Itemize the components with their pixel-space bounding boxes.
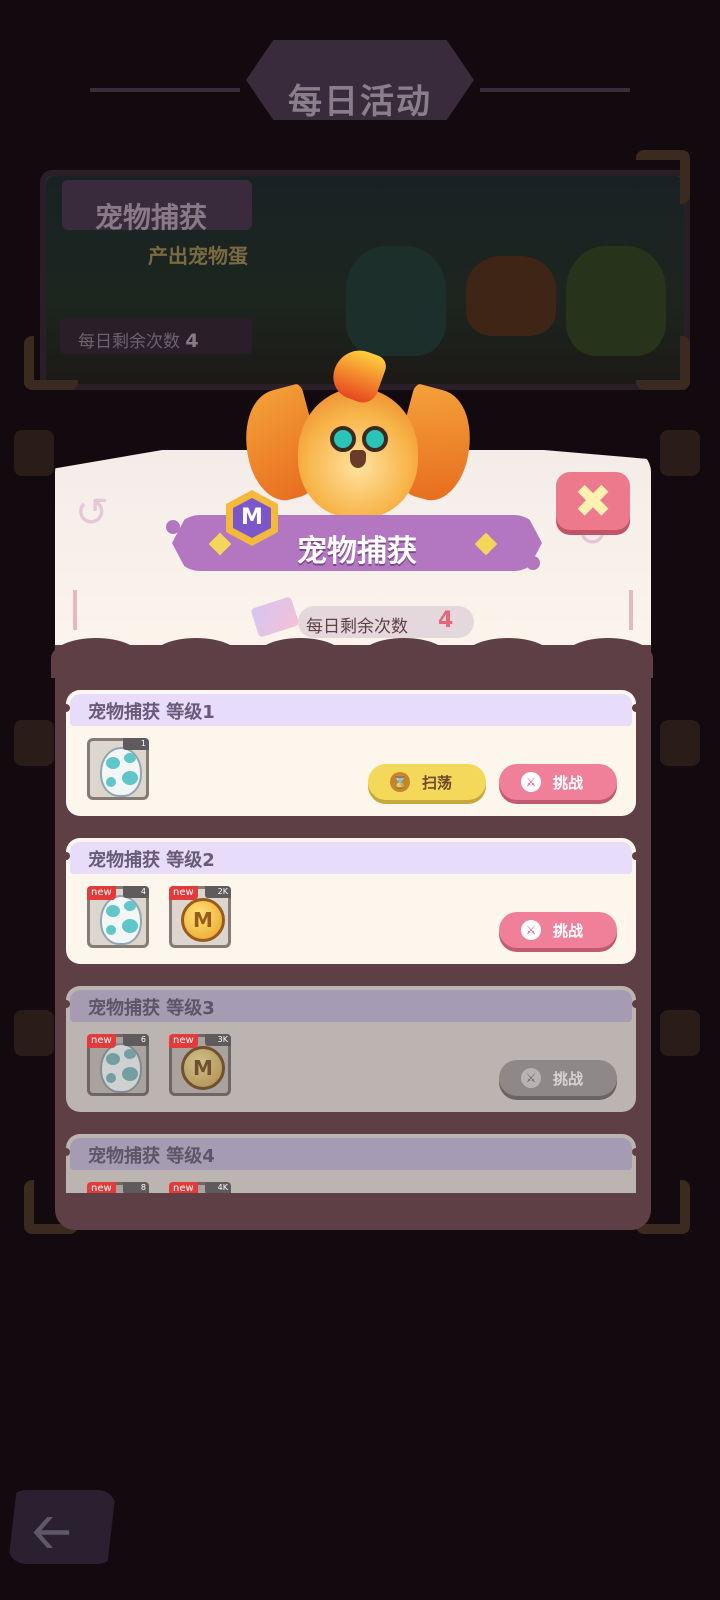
header-decoration-left	[90, 88, 240, 92]
new-badge: new	[87, 1034, 116, 1048]
close-icon: ✖	[573, 474, 613, 528]
reward-item-coin[interactable]: M new 3K	[169, 1034, 231, 1096]
new-badge: new	[169, 886, 198, 900]
new-badge: new	[169, 1034, 198, 1048]
header-decoration-right	[480, 88, 630, 92]
level-card-1: 宠物捕获 等级1 1 ⌛ 扫荡 ⚔ 挑战	[66, 690, 636, 816]
coin-icon: M	[181, 1046, 225, 1090]
frame-ornament	[14, 1010, 54, 1056]
frame-ornament	[660, 1010, 700, 1056]
level-title: 宠物捕获 等级2	[88, 850, 215, 871]
challenge-button[interactable]: ⚔ 挑战	[499, 912, 617, 948]
mascot-beak	[350, 450, 366, 468]
scallop-edge	[255, 638, 345, 678]
frame-ornament	[14, 430, 54, 476]
hourglass-icon: ⌛	[390, 772, 410, 792]
pin-decoration	[629, 590, 633, 630]
remaining-count-label: 每日剩余次数	[306, 617, 408, 637]
new-badge: new	[169, 1182, 198, 1193]
reward-item-egg[interactable]: new 6	[87, 1034, 149, 1096]
reward-item-egg[interactable]: new 8	[87, 1182, 149, 1193]
activity-remaining-value: 4	[185, 330, 199, 352]
phoenix-owl-mascot	[232, 343, 484, 525]
sweep-button-label: 扫荡	[422, 774, 453, 792]
level-title: 宠物捕获 等级1	[88, 702, 215, 723]
reward-item-coin[interactable]: new 4K	[169, 1182, 231, 1193]
challenge-button-label: 挑战	[553, 1070, 584, 1088]
level-card-3: 宠物捕获 等级3 new 6 M new 3K ⚔ 挑战	[66, 986, 636, 1112]
game-screen: 每日活动 宠物捕获 产出宠物蛋 每日剩余次数 4 ↺ ↻ M 宠物捕获 ✖ 每日…	[0, 0, 720, 1600]
pet-egg-icon	[100, 1043, 142, 1093]
reward-quantity: 4K	[205, 1182, 231, 1193]
reward-item-egg[interactable]: 1	[87, 738, 149, 800]
back-arrow-icon: 🡠	[32, 1504, 71, 1560]
pet-egg-icon	[100, 895, 142, 945]
card-notch	[632, 1148, 636, 1156]
scallop-edge	[151, 638, 241, 678]
pet-egg-icon	[100, 747, 142, 797]
card-notch	[632, 704, 636, 712]
activity-remaining-label: 每日剩余次数	[78, 332, 180, 352]
reward-quantity: 3K	[205, 1034, 231, 1046]
challenge-button-label: 挑战	[553, 774, 584, 792]
challenge-button-label: 挑战	[553, 922, 584, 940]
reward-item-coin[interactable]: M new 2K	[169, 886, 231, 948]
close-button[interactable]: ✖	[556, 472, 630, 530]
card-notch	[632, 1000, 636, 1008]
reward-quantity: 8	[123, 1182, 149, 1193]
sword-icon: ⚔	[521, 1068, 541, 1088]
sword-icon: ⚔	[521, 772, 541, 792]
remaining-count-value: 4	[438, 608, 454, 633]
frame-ornament	[14, 720, 54, 766]
modal-title: 宠物捕获	[297, 534, 417, 569]
coin-icon: M	[181, 898, 225, 942]
new-badge: new	[87, 886, 116, 900]
reward-quantity: 2K	[205, 886, 231, 898]
mascot-eye	[362, 426, 388, 452]
scallop-edge	[463, 638, 553, 678]
reward-quantity: 1	[123, 738, 149, 750]
frame-corner	[24, 336, 78, 390]
pin-decoration	[73, 590, 77, 630]
mascot-eye	[330, 426, 356, 452]
challenge-button[interactable]: ⚔ 挑战	[499, 764, 617, 800]
frame-ornament	[660, 430, 700, 476]
level-card-2: 宠物捕获 等级2 new 4 M new 2K ⚔ 挑战	[66, 838, 636, 964]
card-notch	[632, 852, 636, 860]
swirl-decoration: ↺	[75, 490, 109, 536]
frame-corner	[636, 336, 690, 390]
scallop-edge	[563, 638, 653, 678]
scallop-edge	[51, 638, 141, 678]
sweep-button[interactable]: ⌛ 扫荡	[368, 764, 486, 800]
level-card-4: 宠物捕获 等级4 new 8 new 4K	[66, 1134, 636, 1193]
activity-remaining: 每日剩余次数 4	[78, 327, 199, 352]
reward-quantity: 4	[123, 886, 149, 898]
level-title: 宠物捕获 等级3	[88, 998, 215, 1019]
reward-item-egg[interactable]: new 4	[87, 886, 149, 948]
new-badge: new	[87, 1182, 116, 1193]
header-banner: 每日活动	[0, 0, 720, 150]
activity-title: 宠物捕获	[95, 201, 208, 234]
frame-corner	[636, 150, 690, 204]
level-title: 宠物捕获 等级4	[88, 1146, 215, 1167]
activity-subtitle: 产出宠物蛋	[148, 244, 248, 268]
reward-quantity: 6	[123, 1034, 149, 1046]
frame-ornament	[660, 720, 700, 766]
scallop-edge	[359, 638, 449, 678]
sword-icon: ⚔	[521, 920, 541, 940]
challenge-button-disabled[interactable]: ⚔ 挑战	[499, 1060, 617, 1096]
header-title: 每日活动	[288, 82, 432, 122]
level-list[interactable]: 宠物捕获 等级1 1 ⌛ 扫荡 ⚔ 挑战 宠物捕获 等级2 new 4 M ne…	[66, 690, 636, 1193]
